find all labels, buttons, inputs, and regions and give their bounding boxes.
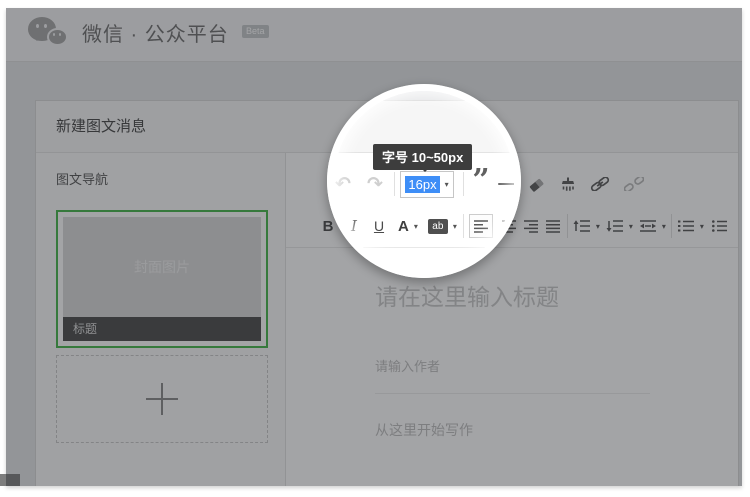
align-center-icon xyxy=(501,219,517,234)
blockquote-button[interactable]: ” xyxy=(470,176,492,192)
font-size-value: 16px xyxy=(405,176,439,193)
line-spacing-decrease-button[interactable]: ▾ xyxy=(606,219,633,233)
chevron-down-icon: ▾ xyxy=(445,180,449,189)
italic-icon: I xyxy=(351,217,357,235)
ordered-list-icon xyxy=(677,219,695,233)
toolbar-row-2: B I U A ▾ xyxy=(286,205,738,247)
author-input[interactable]: 请输入作者 xyxy=(375,356,650,375)
undo-button[interactable]: ↶ xyxy=(332,173,354,196)
horizontal-rule-button[interactable] xyxy=(498,183,516,185)
editor-area: ↶ ↷ 16px ▾ xyxy=(286,153,738,486)
horizontal-rule-icon xyxy=(498,183,516,185)
unlink-button[interactable] xyxy=(624,177,644,191)
unordered-list-icon xyxy=(711,219,727,233)
body-input[interactable]: 从这里开始写作 xyxy=(375,420,650,440)
separator xyxy=(463,172,464,196)
indent-button[interactable]: ▾ xyxy=(639,219,666,233)
underline-icon: U xyxy=(374,218,384,234)
bold-button[interactable]: B xyxy=(320,218,336,235)
article-nav-sidebar: 图文导航 封面图片 标题 xyxy=(36,153,286,486)
link-icon xyxy=(590,177,610,191)
redo-button[interactable]: ↷ xyxy=(364,173,386,196)
editor-content: 请在这里输入标题 请输入作者 从这里开始写作 xyxy=(286,248,738,440)
article-title-bar: 标题 xyxy=(63,317,261,341)
beta-badge: Beta xyxy=(242,25,269,38)
add-article-button[interactable] xyxy=(56,355,268,443)
article-title-text: 标题 xyxy=(73,322,97,336)
separator xyxy=(463,214,464,238)
article-card-selected[interactable]: 封面图片 标题 xyxy=(56,210,268,348)
wechat-editor-page: 微信 · 公众平台 Beta 新建图文消息 图文导航 封面图片 xyxy=(6,8,742,486)
eraser-button[interactable] xyxy=(528,177,546,192)
undo-icon: ↶ xyxy=(335,173,351,196)
line-spacing-increase-icon xyxy=(573,219,591,233)
highlight-icon: ab xyxy=(428,219,448,234)
screenshot-canvas: 微信 · 公众平台 Beta 新建图文消息 图文导航 封面图片 xyxy=(0,0,750,497)
eraser-icon xyxy=(528,177,546,192)
nav-label: 图文导航 xyxy=(56,169,285,188)
redo-icon: ↷ xyxy=(367,173,383,196)
bold-icon: B xyxy=(323,218,334,235)
app-title: 微信 · 公众平台 xyxy=(82,8,229,62)
ordered-list-button[interactable]: ▾ xyxy=(677,219,704,233)
justify-button[interactable] xyxy=(545,219,561,234)
wechat-logo-icon xyxy=(28,15,74,55)
link-button[interactable] xyxy=(590,177,610,191)
title-input[interactable]: 请在这里输入标题 xyxy=(375,278,650,312)
align-center-button[interactable] xyxy=(501,219,517,234)
highlight-button[interactable]: ab ▾ xyxy=(428,219,457,234)
align-right-icon xyxy=(523,219,539,234)
font-color-button[interactable]: A ▾ xyxy=(398,218,418,235)
align-left-icon xyxy=(473,219,489,234)
align-right-button[interactable] xyxy=(523,219,539,234)
italic-button[interactable]: I xyxy=(348,217,360,235)
justify-icon xyxy=(545,219,561,234)
page-background: 新建图文消息 图文导航 封面图片 标题 xyxy=(6,63,742,486)
format-brush-icon xyxy=(560,176,576,192)
separator xyxy=(671,214,672,238)
content-divider xyxy=(375,393,650,394)
line-spacing-increase-button[interactable]: ▾ xyxy=(573,219,600,233)
indent-icon xyxy=(639,219,657,233)
cover-placeholder-text: 封面图片 xyxy=(134,257,190,277)
plus-icon xyxy=(146,383,178,415)
corner-artifact xyxy=(0,474,20,486)
tooltip-arrow-icon xyxy=(420,167,430,177)
separator xyxy=(567,214,568,238)
line-spacing-decrease-icon xyxy=(606,219,624,233)
chevron-down-icon: ▾ xyxy=(662,222,666,231)
chevron-down-icon: ▾ xyxy=(596,222,600,231)
chevron-down-icon: ▾ xyxy=(629,222,633,231)
format-brush-button[interactable] xyxy=(560,176,576,192)
chevron-down-icon: ▾ xyxy=(414,222,418,231)
app-header: 微信 · 公众平台 Beta xyxy=(6,8,742,62)
align-left-button[interactable] xyxy=(469,214,493,238)
unlink-icon xyxy=(624,177,644,191)
blockquote-icon: ” xyxy=(472,176,489,192)
cover-image-placeholder[interactable]: 封面图片 xyxy=(63,217,261,317)
toolbar-row-1: ↶ ↷ 16px ▾ xyxy=(286,163,738,205)
unordered-list-button[interactable] xyxy=(711,219,727,233)
underline-button[interactable]: U xyxy=(372,218,386,234)
chevron-down-icon: ▾ xyxy=(700,222,704,231)
font-color-icon: A xyxy=(398,218,409,235)
separator xyxy=(394,172,395,196)
editor-toolbar: ↶ ↷ 16px ▾ xyxy=(286,153,738,248)
chevron-down-icon: ▾ xyxy=(453,222,457,231)
